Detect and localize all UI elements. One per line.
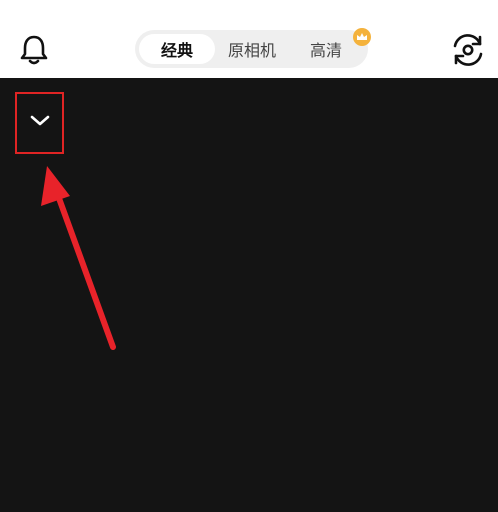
tab-hd[interactable]: 高清 <box>289 34 363 64</box>
camera-viewfinder[interactable] <box>0 78 498 512</box>
top-bar: 经典 原相机 高清 <box>0 0 498 78</box>
flip-camera-button[interactable] <box>446 30 490 70</box>
bell-icon <box>20 35 48 65</box>
camera-mode-switcher: 经典 原相机 高清 <box>135 30 368 68</box>
chevron-down-icon <box>25 106 55 136</box>
flip-camera-icon <box>453 34 483 66</box>
notification-button[interactable] <box>14 30 54 70</box>
tab-classic[interactable]: 经典 <box>139 34 215 64</box>
collapse-button[interactable] <box>15 92 64 154</box>
tab-original-camera[interactable]: 原相机 <box>215 34 289 64</box>
crown-icon <box>353 28 371 46</box>
